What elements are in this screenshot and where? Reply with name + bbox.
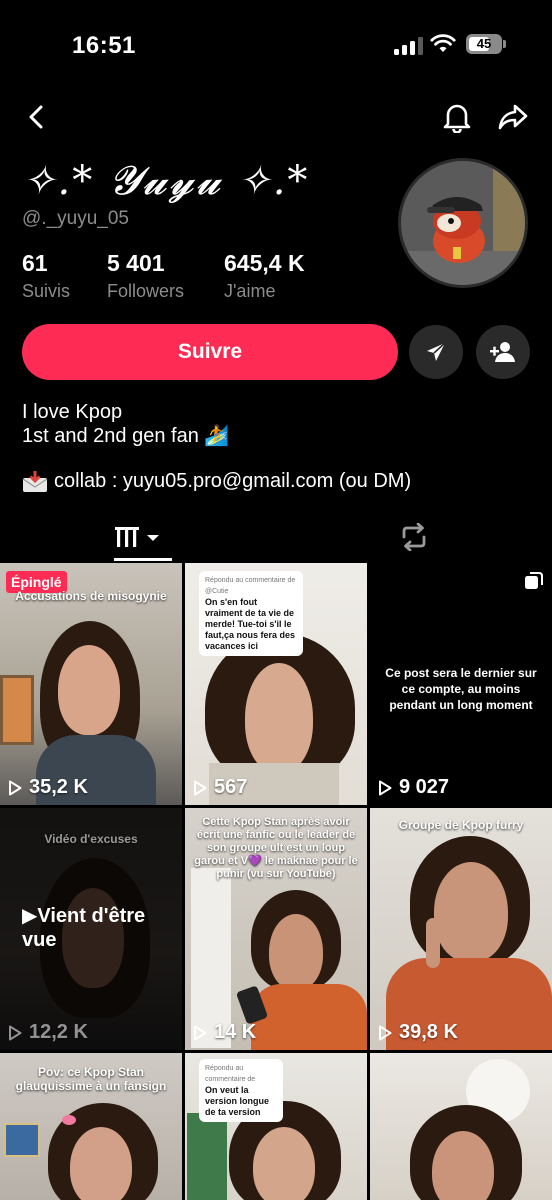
reply-comment-bubble: Répondu au commentaire de On veut la ver… (199, 1059, 283, 1122)
add-user-icon (490, 342, 515, 362)
view-count-text: 567 (214, 776, 248, 798)
status-time: 16:51 (72, 32, 136, 59)
video-thumbnail[interactable]: Répondu au commentaire de On veut la ver… (185, 1053, 367, 1200)
just-watched-label: ▶Vient d'être vue (22, 904, 182, 952)
video-caption: Accusations de misogynie (15, 589, 167, 603)
battery-level: 45 (476, 36, 492, 51)
stat-value: 5 401 (107, 250, 165, 276)
status-bar: 16:51 45 (0, 0, 552, 90)
display-name: ✧.* 𝓨𝓾𝔂𝓾 ✧.* (22, 158, 310, 204)
view-count: 9 027 (378, 776, 449, 799)
photo-carousel-icon (525, 572, 543, 589)
profile-tabs (0, 512, 552, 562)
bio-line: I love Kpop (22, 401, 123, 423)
video-thumbnail[interactable]: Répondu au commentaire de @Cutie On s'en… (185, 563, 367, 805)
reply-text: On veut la version longue de ta version (205, 1085, 270, 1117)
reply-meta: Répondu au commentaire de (205, 1065, 256, 1083)
wifi-icon (430, 34, 456, 52)
tab-videos[interactable] (0, 512, 276, 562)
suggested-accounts-button[interactable] (476, 325, 530, 379)
video-caption: Vidéo d'excuses (44, 832, 138, 846)
stat-value: 645,4 K (224, 250, 305, 276)
view-count-text: 9 027 (399, 776, 450, 798)
stat-label: J'aime (224, 281, 276, 301)
play-icon (9, 1025, 22, 1040)
view-count-text: 35,2 K (29, 776, 88, 798)
stat-following[interactable]: 61 Suivis (22, 250, 70, 302)
play-triangle-icon: ▶ (22, 905, 38, 927)
bio: I love Kpop 1st and 2nd gen fan 🏄 (22, 400, 229, 448)
video-caption: Groupe de Kpop furry (398, 818, 524, 832)
message-button[interactable] (409, 325, 463, 379)
view-count: 567 (193, 776, 247, 799)
repost-icon (402, 523, 426, 551)
video-thumbnail[interactable]: Ce post sera le dernier sur ce compte, a… (370, 563, 552, 805)
stat-likes[interactable]: 645,4 K J'aime (224, 250, 305, 302)
play-icon (194, 780, 207, 795)
bell-icon (443, 104, 471, 133)
play-icon (379, 1025, 392, 1040)
cellular-signal-icon (394, 37, 424, 55)
battery-icon: 45 (466, 34, 502, 54)
video-thumbnail[interactable]: Cette Kpop Stan après avoir écrit une fa… (185, 808, 367, 1050)
stat-followers[interactable]: 5 401 Followers (107, 250, 184, 302)
video-caption: Ce post sera le dernier sur ce compte, a… (385, 666, 537, 712)
bio-line: 1st and 2nd gen fan 🏄 (22, 425, 230, 447)
just-watched-text: Vient d'être vue (22, 905, 146, 951)
video-caption: Pov: ce Kpop Stan glauquissime à un fans… (15, 1065, 167, 1093)
username: @._yuyu_05 (22, 208, 129, 229)
back-button[interactable] (20, 100, 54, 134)
video-thumbnail[interactable]: Vidéo d'excuses ▶Vient d'être vue 12,2 K (0, 808, 182, 1050)
play-icon (9, 780, 22, 795)
grid-icon (115, 527, 159, 547)
send-message-icon (427, 342, 446, 361)
tab-reposts[interactable] (276, 512, 552, 562)
view-count-text: 14 K (214, 1021, 257, 1043)
active-tab-indicator (114, 558, 172, 561)
share-arrow-icon (498, 104, 528, 130)
view-count-text: 12,2 K (29, 1021, 88, 1043)
reply-text: On s'en fout vraiment de ta vie de merde… (205, 597, 296, 651)
play-icon (379, 780, 392, 795)
play-icon (194, 1025, 207, 1040)
chevron-left-icon (29, 105, 43, 129)
view-count-text: 39,8 K (399, 1021, 458, 1043)
video-thumbnail[interactable] (370, 1053, 552, 1200)
incoming-envelope-icon (22, 470, 48, 492)
share-button[interactable] (496, 100, 530, 134)
avatar[interactable] (398, 158, 528, 288)
stat-value: 61 (22, 250, 48, 276)
top-nav (0, 92, 552, 142)
view-count: 35,2 K (8, 776, 88, 799)
reply-comment-bubble: Répondu au commentaire de @Cutie On s'en… (199, 571, 303, 656)
contact-line: collab : yuyu05.pro@gmail.com (ou DM) (22, 470, 411, 493)
contact-text: collab : yuyu05.pro@gmail.com (ou DM) (54, 470, 412, 492)
stat-label: Followers (107, 281, 185, 301)
video-thumbnail[interactable]: Épinglé Accusations de misogynie 35,2 K (0, 563, 182, 805)
avatar-cartoon-image (401, 161, 525, 285)
follow-button[interactable]: Suivre (22, 324, 398, 380)
view-count: 39,8 K (378, 1021, 458, 1044)
view-count: 14 K (193, 1021, 256, 1044)
reply-meta: Répondu au commentaire de @Cutie (205, 577, 296, 595)
view-count: 12,2 K (8, 1021, 88, 1044)
video-thumbnail[interactable]: Groupe de Kpop furry 39,8 K (370, 808, 552, 1050)
video-caption: Cette Kpop Stan après avoir écrit une fa… (194, 816, 358, 880)
notifications-button[interactable] (440, 100, 474, 134)
video-thumbnail[interactable]: Pov: ce Kpop Stan glauquissime à un fans… (0, 1053, 182, 1200)
stat-label: Suivis (22, 281, 71, 301)
